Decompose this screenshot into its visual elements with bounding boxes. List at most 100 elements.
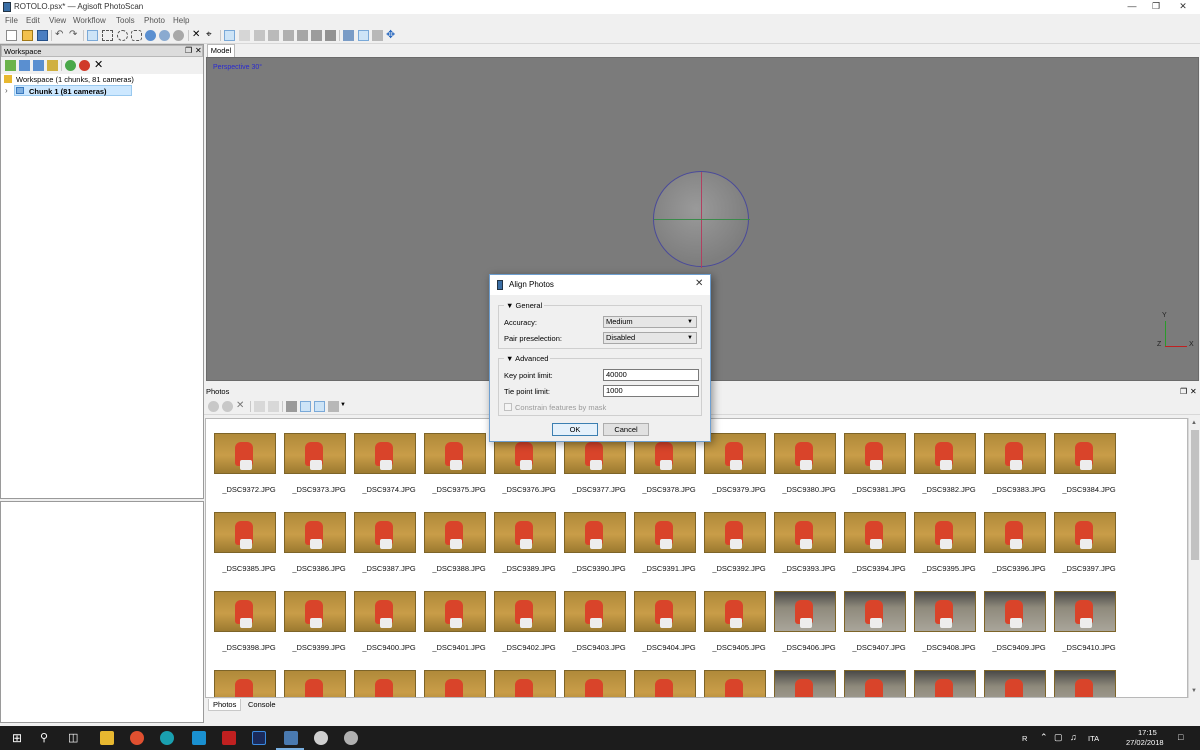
- photo-thumbnail[interactable]: _DSC9386.JPG: [284, 512, 354, 582]
- menu-help[interactable]: Help: [173, 16, 189, 25]
- circle-selection-icon[interactable]: [117, 30, 128, 41]
- photo-thumbnail[interactable]: [494, 670, 564, 697]
- photo-thumbnail[interactable]: _DSC9375.JPG: [424, 433, 494, 503]
- photo-thumbnail[interactable]: _DSC9395.JPG: [914, 512, 984, 582]
- model-wireframe-icon[interactable]: [283, 30, 294, 41]
- disable-cameras-icon[interactable]: [222, 401, 233, 412]
- app-icon-9[interactable]: [344, 731, 358, 745]
- photo-thumbnail[interactable]: [214, 670, 284, 697]
- c-app-icon[interactable]: [192, 731, 206, 745]
- constrain-mask-checkbox[interactable]: [504, 403, 512, 411]
- search-icon[interactable]: ⚲: [40, 731, 48, 744]
- crop-selection-icon[interactable]: ⌖: [206, 30, 217, 41]
- show-cameras-icon[interactable]: [343, 30, 354, 41]
- photo-thumbnail[interactable]: _DSC9396.JPG: [984, 512, 1054, 582]
- photo-thumbnail[interactable]: _DSC9402.JPG: [494, 591, 564, 661]
- expand-chevron-icon[interactable]: ›: [5, 86, 8, 95]
- free-form-selection-icon[interactable]: [131, 30, 142, 41]
- photo-thumbnail[interactable]: [984, 670, 1054, 697]
- arduino-icon[interactable]: [160, 731, 174, 745]
- photoscan-icon[interactable]: [284, 731, 298, 745]
- photoshop-icon[interactable]: [252, 731, 266, 745]
- photo-thumbnail[interactable]: _DSC9389.JPG: [494, 512, 564, 582]
- tray-up-chevron-icon[interactable]: ⌃: [1040, 732, 1048, 743]
- photo-thumbnail[interactable]: _DSC9387.JPG: [354, 512, 424, 582]
- reset-view-icon[interactable]: ✥: [386, 30, 397, 41]
- photo-thumbnail[interactable]: _DSC9391.JPG: [634, 512, 704, 582]
- tab-photos[interactable]: Photos: [208, 699, 242, 711]
- photo-thumbnail[interactable]: _DSC9406.JPG: [774, 591, 844, 661]
- show-images-icon[interactable]: [300, 401, 311, 412]
- point-cloud-icon[interactable]: [224, 30, 235, 41]
- restore-icon[interactable]: ❐: [1143, 0, 1169, 14]
- photo-thumbnail[interactable]: _DSC9404.JPG: [634, 591, 704, 661]
- add-folder-icon[interactable]: [33, 60, 44, 71]
- photo-thumbnail[interactable]: _DSC9401.JPG: [424, 591, 494, 661]
- photo-thumbnail[interactable]: _DSC9394.JPG: [844, 512, 914, 582]
- photo-thumbnail[interactable]: _DSC9374.JPG: [354, 433, 424, 503]
- photo-thumbnail[interactable]: _DSC9388.JPG: [424, 512, 494, 582]
- menu-view[interactable]: View: [49, 16, 66, 25]
- photo-thumbnail[interactable]: [1054, 670, 1124, 697]
- photo-thumbnail[interactable]: [354, 670, 424, 697]
- tab-console[interactable]: Console: [244, 699, 280, 711]
- photo-thumbnail[interactable]: _DSC9400.JPG: [354, 591, 424, 661]
- photo-thumbnail[interactable]: _DSC9382.JPG: [914, 433, 984, 503]
- dense-cloud-icon[interactable]: [239, 30, 250, 41]
- file-explorer-icon[interactable]: [100, 731, 114, 745]
- cancel-button[interactable]: Cancel: [603, 423, 649, 436]
- photo-thumbnail[interactable]: _DSC9398.JPG: [214, 591, 284, 661]
- close-photos-panel-icon[interactable]: ✕: [1190, 386, 1197, 397]
- solidworks-icon[interactable]: [222, 731, 236, 745]
- advanced-group-title[interactable]: ▼ Advanced: [504, 354, 551, 363]
- enable-icon[interactable]: [65, 60, 76, 71]
- save-icon[interactable]: [37, 30, 48, 41]
- rotate-object-icon[interactable]: [159, 30, 170, 41]
- ok-button[interactable]: OK: [552, 423, 598, 436]
- undo-icon[interactable]: ↶: [55, 30, 66, 41]
- move-object-icon[interactable]: [145, 30, 156, 41]
- pair-preselection-select[interactable]: Disabled ▼: [603, 332, 697, 344]
- photo-thumbnail[interactable]: [634, 670, 704, 697]
- photo-thumbnail[interactable]: _DSC9399.JPG: [284, 591, 354, 661]
- tiled-model-icon[interactable]: [311, 30, 322, 41]
- photos-scrollbar[interactable]: ▲ ▼: [1188, 418, 1200, 698]
- show-masks-icon[interactable]: [314, 401, 325, 412]
- menu-workflow[interactable]: Workflow: [73, 16, 106, 25]
- photo-thumbnail[interactable]: _DSC9377.JPG: [564, 433, 634, 503]
- accuracy-select[interactable]: Medium ▼: [603, 316, 697, 328]
- photo-thumbnail[interactable]: _DSC9397.JPG: [1054, 512, 1124, 582]
- minimize-icon[interactable]: —: [1119, 0, 1145, 14]
- remove-icon[interactable]: ✕: [94, 60, 105, 71]
- photo-thumbnail[interactable]: [564, 670, 634, 697]
- tray-network-icon[interactable]: ▢: [1054, 732, 1063, 743]
- chrome-icon[interactable]: [130, 731, 144, 745]
- menu-tools[interactable]: Tools: [116, 16, 135, 25]
- scroll-down-icon[interactable]: ▼: [1191, 688, 1197, 694]
- tray-r-icon[interactable]: R: [1022, 734, 1027, 743]
- general-group-title[interactable]: ▼ General: [504, 301, 545, 310]
- disable-icon[interactable]: [79, 60, 90, 71]
- scroll-thumb[interactable]: [1191, 430, 1199, 560]
- float-photos-panel-icon[interactable]: ❐: [1180, 386, 1187, 397]
- photo-thumbnail[interactable]: _DSC9372.JPG: [214, 433, 284, 503]
- photo-thumbnail[interactable]: [774, 670, 844, 697]
- show-region-icon[interactable]: [372, 30, 383, 41]
- chunk-item[interactable]: Chunk 1 (81 cameras): [14, 85, 132, 96]
- filter-icon[interactable]: [286, 401, 297, 412]
- enable-cameras-icon[interactable]: [208, 401, 219, 412]
- add-photos-icon[interactable]: [19, 60, 30, 71]
- tray-volume-icon[interactable]: ♫: [1070, 732, 1077, 742]
- photo-thumbnail[interactable]: _DSC9392.JPG: [704, 512, 774, 582]
- new-icon[interactable]: [6, 30, 17, 41]
- open-icon[interactable]: [22, 30, 33, 41]
- scale-object-icon[interactable]: [173, 30, 184, 41]
- photo-thumbnail[interactable]: _DSC9373.JPG: [284, 433, 354, 503]
- photo-thumbnail[interactable]: _DSC9378.JPG: [634, 433, 704, 503]
- close-panel-icon[interactable]: ✕: [195, 45, 202, 56]
- photo-thumbnail[interactable]: _DSC9381.JPG: [844, 433, 914, 503]
- view-mode-icon[interactable]: [328, 401, 339, 412]
- menu-edit[interactable]: Edit: [26, 16, 40, 25]
- add-model-icon[interactable]: [47, 60, 58, 71]
- photo-thumbnail[interactable]: _DSC9403.JPG: [564, 591, 634, 661]
